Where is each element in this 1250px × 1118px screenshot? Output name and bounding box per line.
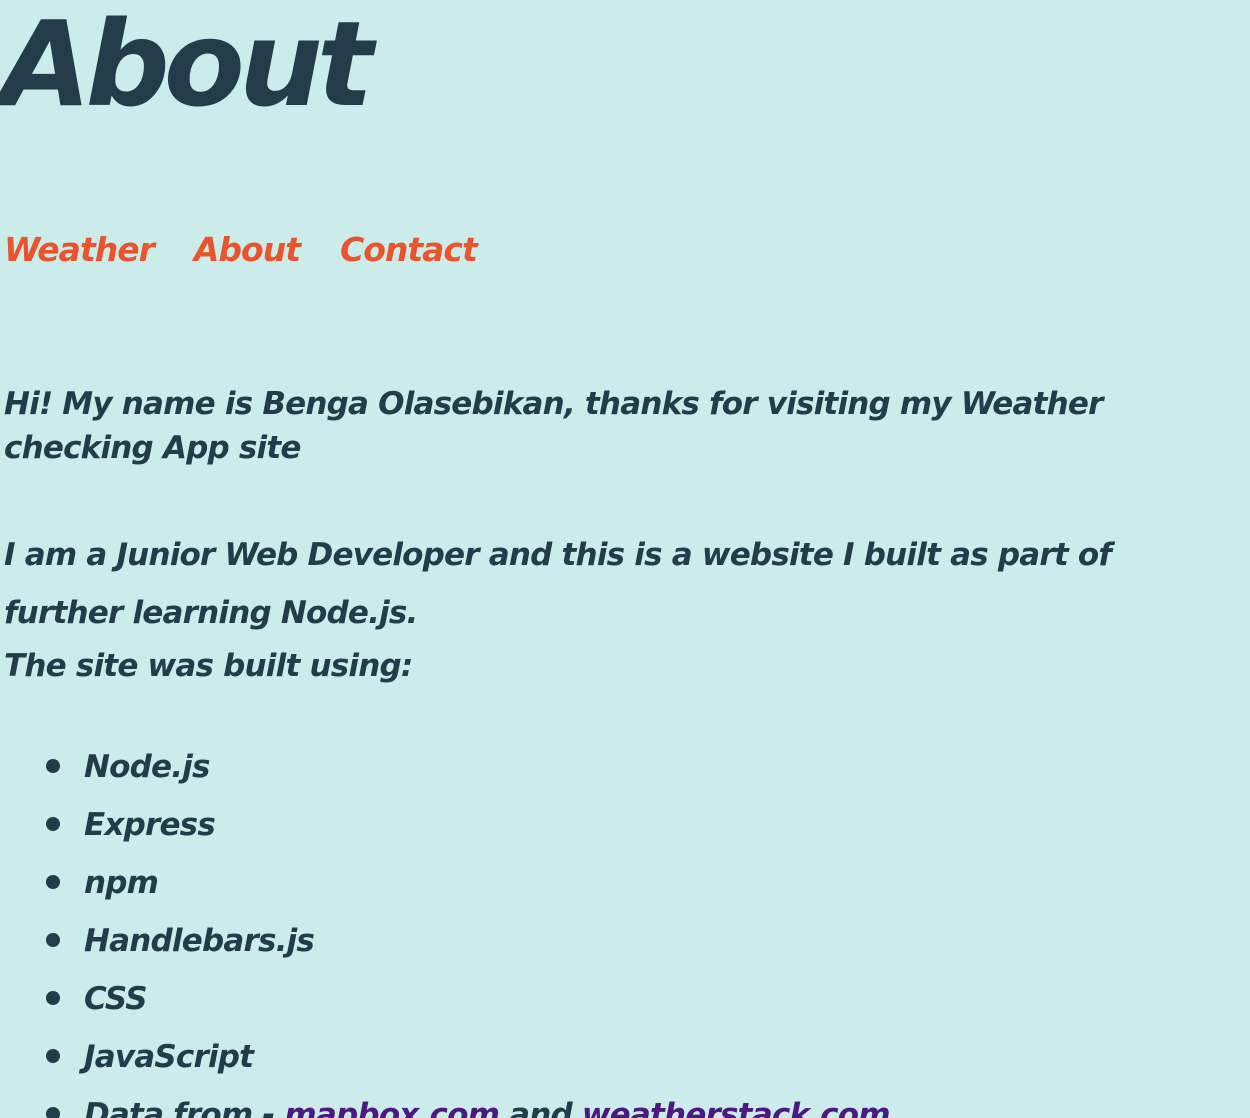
bullet-icon [46,933,60,947]
tool-label: Node.js [84,749,211,785]
bullet-icon [46,875,60,889]
bullet-icon [46,1049,60,1063]
tool-label: Express [84,807,216,843]
tool-label: npm [84,865,159,901]
list-item: CSS [4,970,1234,1028]
built-using-heading: The site was built using: [4,648,413,684]
page-title: About [0,0,373,133]
data-from-prefix: Data from - [84,1097,285,1118]
nav-link-weather[interactable]: Weather [4,230,155,269]
list-item-data-sources: Data from - mapbox.com and weatherstack.… [4,1086,1234,1118]
tool-label: JavaScript [84,1039,254,1075]
mapbox-link[interactable]: mapbox.com [284,1097,499,1118]
tools-list: Node.js Express npm Handlebars.js CSS Ja… [4,738,1234,1118]
bullet-icon [46,759,60,773]
list-item: npm [4,854,1234,912]
tool-label: CSS [84,981,148,1017]
nav-link-contact[interactable]: Contact [340,230,478,269]
bullet-icon [46,817,60,831]
list-item: Handlebars.js [4,912,1234,970]
tool-label: Handlebars.js [84,923,315,959]
list-item: Node.js [4,738,1234,796]
nav-link-about[interactable]: About [194,230,301,269]
weatherstack-link[interactable]: weatherstack.com [582,1097,891,1118]
main-nav: Weather About Contact [4,230,478,269]
bullet-icon [46,1107,60,1118]
intro-text: I am a Junior Web Developer and this is … [4,537,1112,631]
list-item: Express [4,796,1234,854]
data-from-conjunction: and [499,1097,582,1118]
bullet-icon [46,991,60,1005]
list-item: JavaScript [4,1028,1234,1086]
greeting-text: Hi! My name is Benga Olasebikan, thanks … [4,386,1103,466]
main-content: Hi! My name is Benga Olasebikan, thanks … [4,382,1234,1118]
